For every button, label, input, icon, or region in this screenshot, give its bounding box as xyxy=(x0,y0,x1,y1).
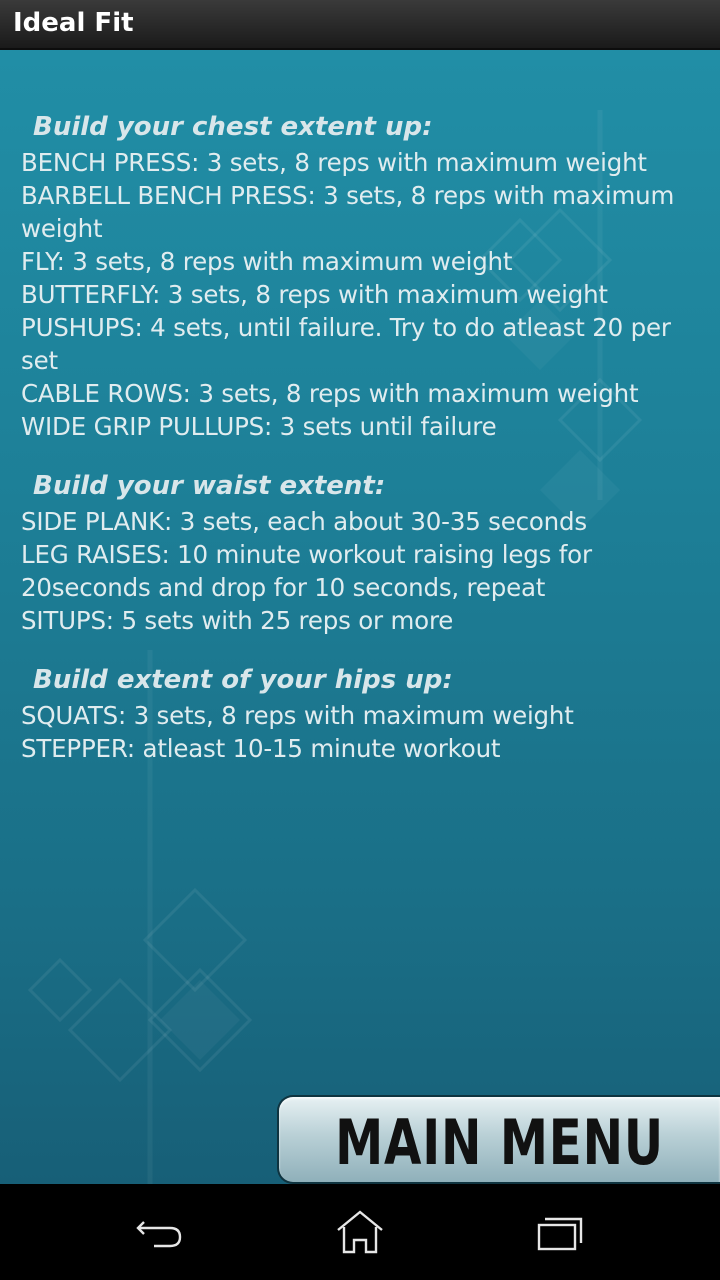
main-menu-label: MAIN MENU xyxy=(335,1106,664,1179)
exercise-line: SIDE PLANK: 3 sets, each about 30-35 sec… xyxy=(21,507,587,536)
exercise-line: weight xyxy=(21,214,103,243)
home-button[interactable] xyxy=(330,1208,390,1256)
exercise-line: WIDE GRIP PULLUPS: 3 sets until failure xyxy=(21,412,497,441)
section-waist: Build your waist extent: SIDE PLANK: 3 s… xyxy=(21,467,711,637)
app-title-bar: Ideal Fit xyxy=(0,0,720,50)
exercise-line: LEG RAISES: 10 minute workout raising le… xyxy=(21,540,592,569)
recent-apps-button[interactable] xyxy=(530,1208,590,1256)
back-button[interactable] xyxy=(130,1208,190,1256)
workout-text: Build your chest extent up: BENCH PRESS:… xyxy=(21,108,711,789)
exercise-line: FLY: 3 sets, 8 reps with maximum weight xyxy=(21,247,513,276)
section-chest: Build your chest extent up: BENCH PRESS:… xyxy=(21,108,711,443)
recent-apps-icon xyxy=(537,1217,583,1251)
section-heading: Build your waist extent: xyxy=(33,471,386,501)
home-icon xyxy=(337,1210,383,1254)
system-nav-bar xyxy=(0,1184,720,1280)
exercise-line: STEPPER: atleast 10-15 minute workout xyxy=(21,734,501,763)
main-menu-button[interactable]: MAIN MENU xyxy=(277,1095,720,1184)
section-heading: Build your chest extent up: xyxy=(33,112,433,142)
back-icon xyxy=(136,1221,182,1248)
exercise-line: PUSHUPS: 4 sets, until failure. Try to d… xyxy=(21,313,671,342)
section-heading: Build extent of your hips up: xyxy=(33,665,453,695)
exercise-line: set xyxy=(21,346,58,375)
exercise-line: SQUATS: 3 sets, 8 reps with maximum weig… xyxy=(21,701,574,730)
exercise-line: BUTTERFLY: 3 sets, 8 reps with maximum w… xyxy=(21,280,608,309)
content-area[interactable]: Build your chest extent up: BENCH PRESS:… xyxy=(0,50,720,1184)
section-hips: Build extent of your hips up: SQUATS: 3 … xyxy=(21,661,711,765)
exercise-line: BENCH PRESS: 3 sets, 8 reps with maximum… xyxy=(21,148,647,177)
exercise-line: CABLE ROWS: 3 sets, 8 reps with maximum … xyxy=(21,379,639,408)
exercise-line: BARBELL BENCH PRESS: 3 sets, 8 reps with… xyxy=(21,181,675,210)
exercise-line: 20seconds and drop for 10 seconds, repea… xyxy=(21,573,546,602)
exercise-line: SITUPS: 5 sets with 25 reps or more xyxy=(21,606,454,635)
app-title: Ideal Fit xyxy=(13,8,134,38)
